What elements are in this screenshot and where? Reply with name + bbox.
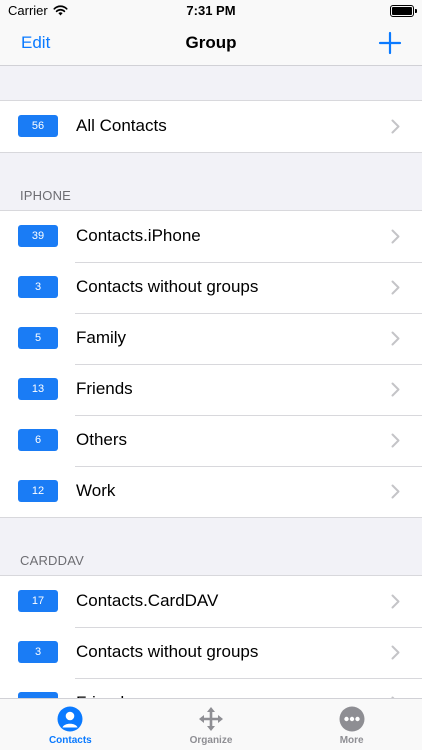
group-name: Work [76, 481, 116, 500]
chevron-right-icon [391, 119, 400, 134]
section-group: 17 Contacts.CardDAV 3 Contacts without g… [0, 575, 422, 698]
group-row[interactable]: 17 Contacts.CardDAV [0, 576, 422, 627]
page-title: Group [185, 33, 237, 52]
group-name: Friends [76, 379, 133, 398]
chevron-right-icon [391, 433, 400, 448]
group-name: Contacts.iPhone [76, 226, 201, 245]
section-header-label: CARDDAV [20, 553, 85, 568]
count-badge: 56 [18, 115, 58, 137]
section-group: 39 Contacts.iPhone 3 Contacts without gr… [0, 210, 422, 518]
group-row[interactable]: 3 Contacts without groups [0, 262, 422, 313]
person-icon [57, 706, 83, 732]
tab-bar: Contacts Organize More [0, 698, 422, 750]
status-time: 7:31 PM [186, 3, 236, 18]
navigation-bar: Edit Group [0, 22, 422, 66]
group-list[interactable]: 56 All Contacts IPHONE 39 Contacts.iPhon… [0, 66, 422, 698]
section-header-label: IPHONE [20, 188, 72, 203]
chevron-right-icon [391, 331, 400, 346]
chevron-right-icon [391, 382, 400, 397]
section-header: CARDDAV [0, 518, 422, 575]
battery-icon [390, 5, 417, 17]
tab-label: Contacts [48, 735, 92, 746]
group-row[interactable]: 6 Others [0, 415, 422, 466]
group-row[interactable]: 39 Contacts.iPhone [0, 211, 422, 262]
top-spacer [0, 66, 422, 100]
tab-label: Organize [189, 735, 233, 746]
group-row[interactable]: 6 Friends [0, 678, 422, 698]
count-badge: 17 [18, 590, 58, 612]
count-badge: 13 [18, 378, 58, 400]
chevron-right-icon [391, 280, 400, 295]
chevron-right-icon [391, 594, 400, 609]
tab-contacts[interactable]: Contacts [0, 699, 141, 750]
count-badge: 6 [18, 429, 58, 451]
group-name: Contacts without groups [76, 277, 259, 296]
group-row[interactable]: 13 Friends [0, 364, 422, 415]
group-row[interactable]: 12 Work [0, 466, 422, 517]
status-bar: Carrier 7:31 PM [0, 0, 422, 22]
section-header: IPHONE [0, 153, 422, 210]
group-name: Contacts without groups [76, 642, 259, 661]
count-badge: 39 [18, 225, 58, 247]
count-badge: 3 [18, 276, 58, 298]
chevron-right-icon [391, 645, 400, 660]
group-name: Others [76, 430, 128, 449]
plus-icon[interactable] [378, 31, 402, 55]
count-badge: 5 [18, 327, 58, 349]
tab-organize[interactable]: Organize [141, 699, 282, 750]
group-name: Family [76, 328, 127, 347]
move-arrows-icon [198, 706, 224, 732]
group-row[interactable]: 56 All Contacts [0, 101, 422, 152]
more-dots-icon [339, 706, 365, 732]
group-name: Contacts.CardDAV [76, 591, 219, 610]
top-group: 56 All Contacts [0, 100, 422, 153]
group-name: All Contacts [76, 116, 167, 135]
group-row[interactable]: 3 Contacts without groups [0, 627, 422, 678]
chevron-right-icon [391, 484, 400, 499]
tab-label: More [339, 735, 364, 746]
count-badge: 3 [18, 641, 58, 663]
group-row[interactable]: 5 Family [0, 313, 422, 364]
chevron-right-icon [391, 229, 400, 244]
count-badge: 12 [18, 480, 58, 502]
tab-more[interactable]: More [281, 699, 422, 750]
